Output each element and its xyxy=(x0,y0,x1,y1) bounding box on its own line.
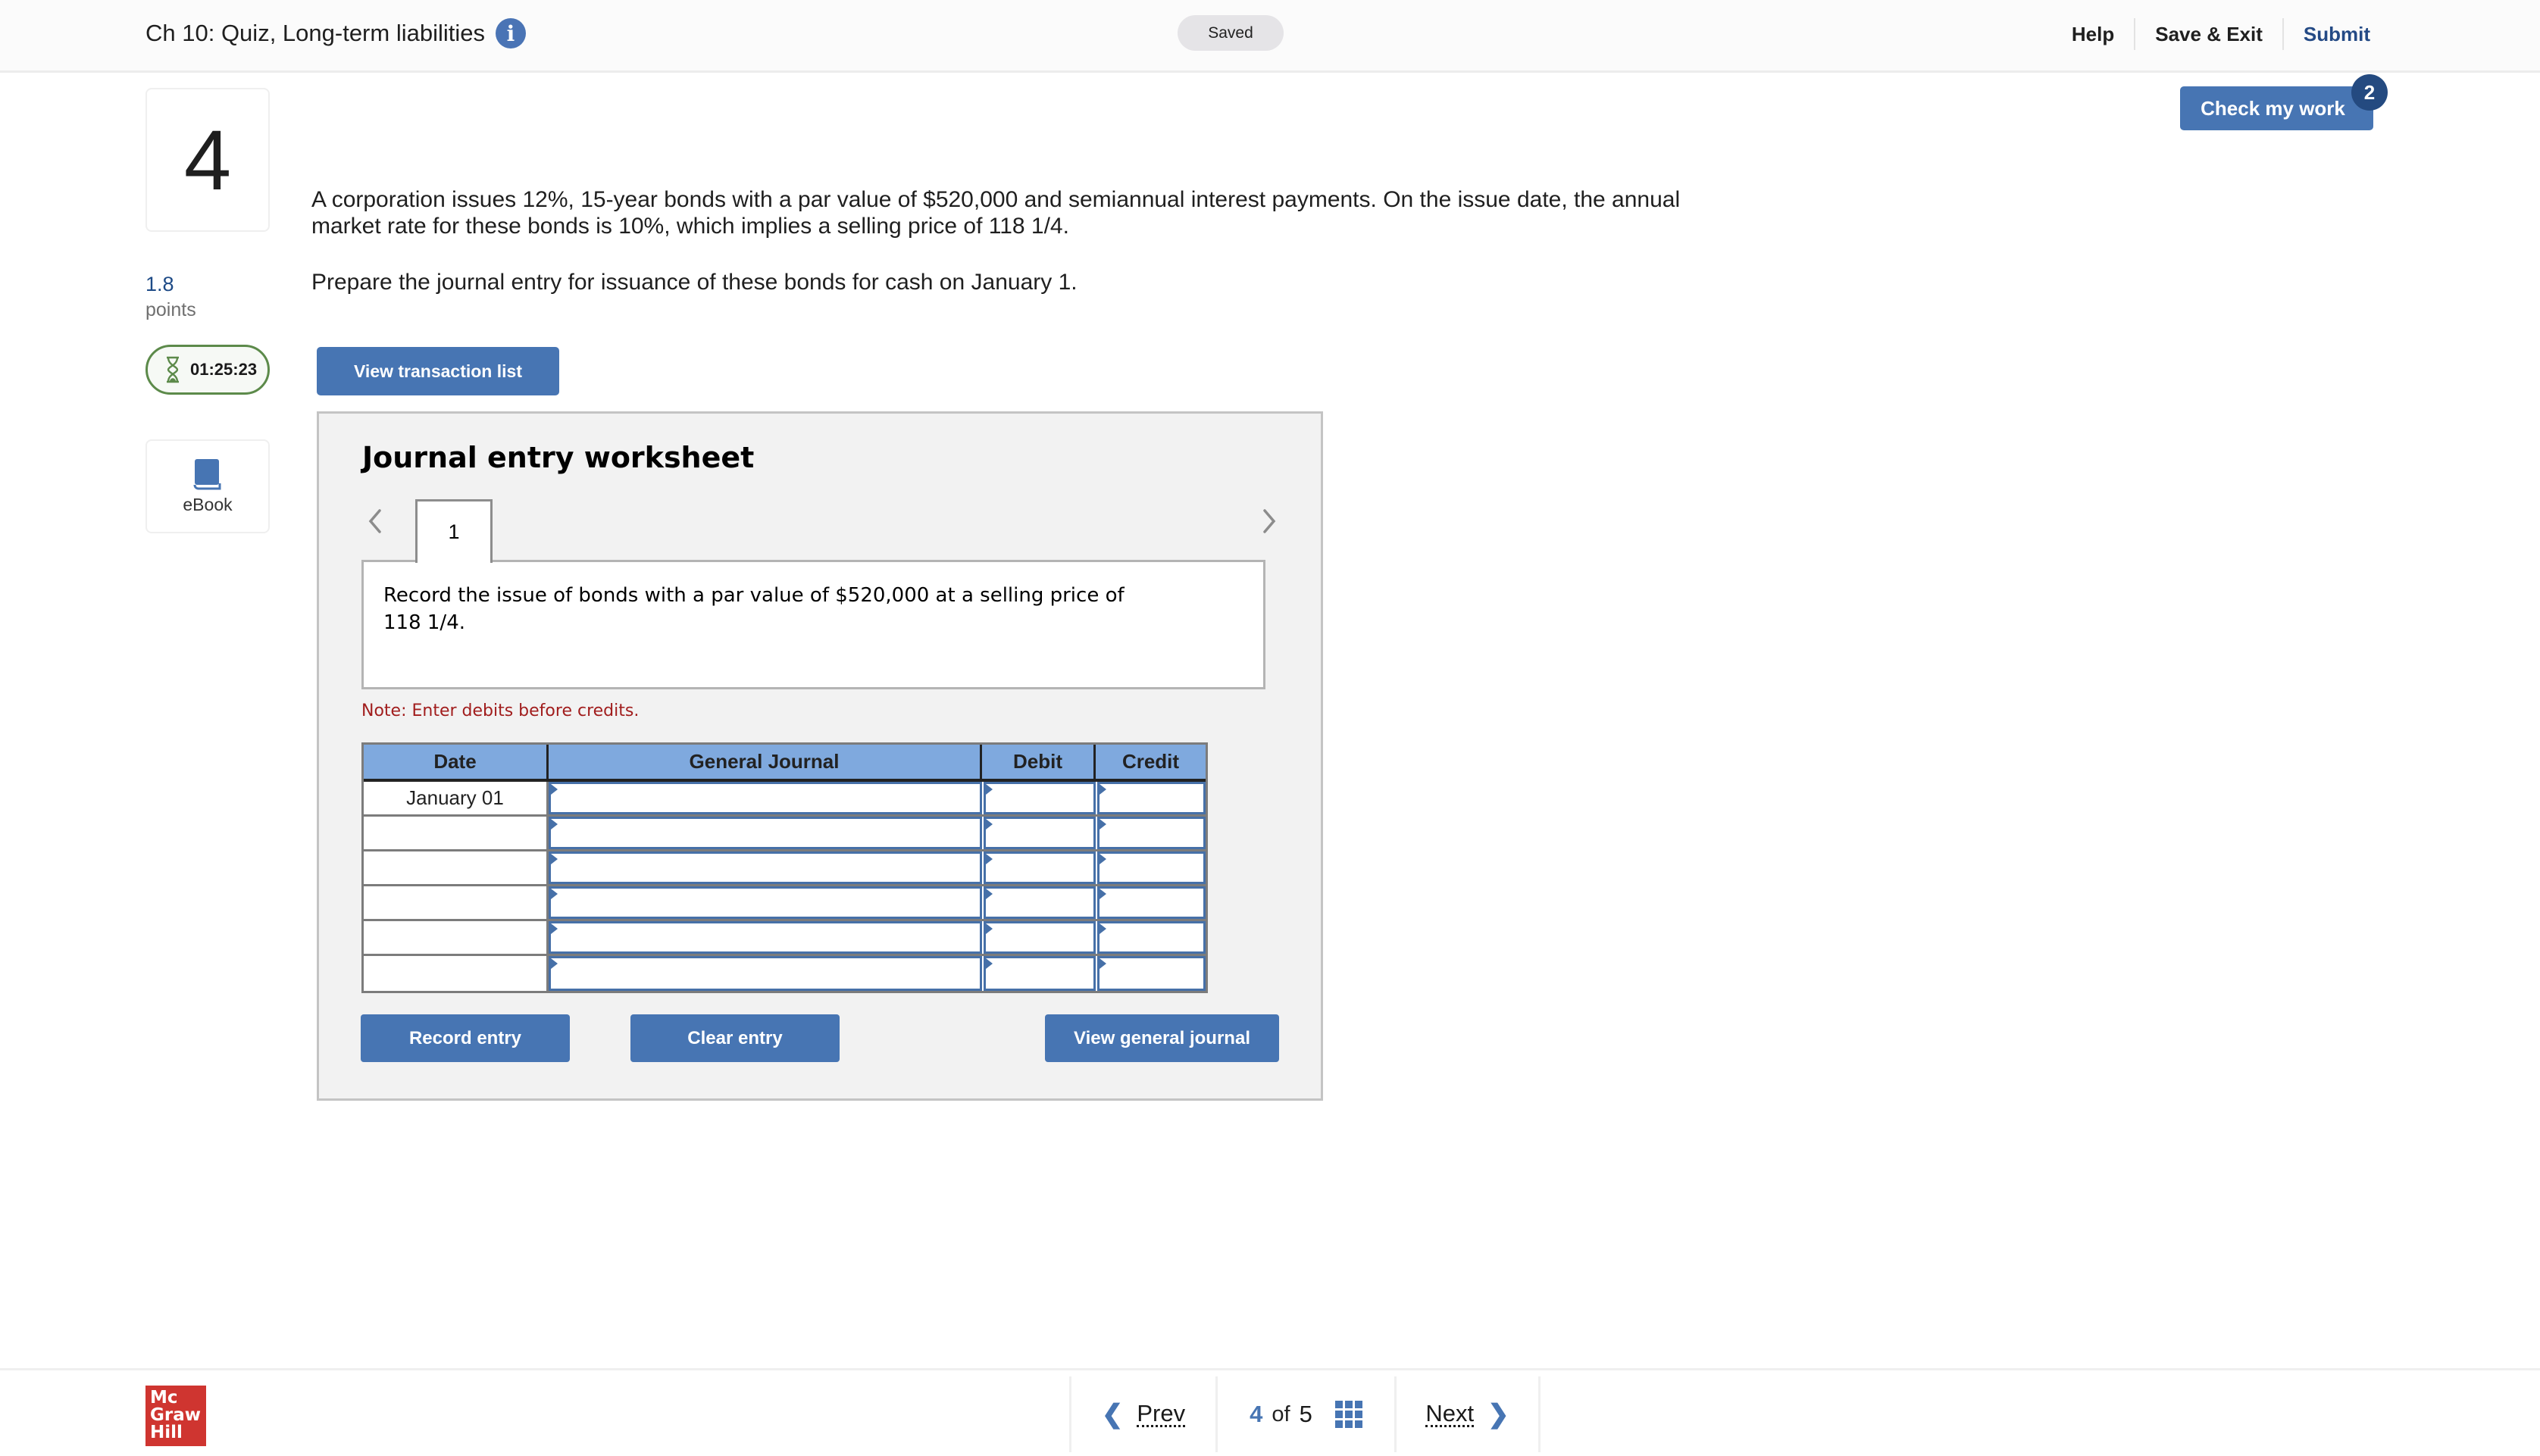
save-exit-link[interactable]: Save & Exit xyxy=(2135,18,2284,50)
debit-input[interactable] xyxy=(984,886,1096,919)
timer-text: 01:25:23 xyxy=(190,360,258,379)
top-links: Help Save & Exit Submit xyxy=(2052,18,2370,50)
table-row xyxy=(364,886,1206,921)
points-value: 1.8 xyxy=(145,273,174,295)
grid-icon[interactable] xyxy=(1334,1401,1362,1428)
question-pager: ❮ Prev 4 of 5 Next ❯ xyxy=(1069,1376,1541,1452)
clear-entry-button[interactable]: Clear entry xyxy=(630,1014,840,1062)
check-my-work-button[interactable]: Check my work xyxy=(2180,86,2373,130)
date-cell xyxy=(364,886,549,919)
question-text: A corporation issues 12%, 15-year bonds … xyxy=(311,187,1681,239)
chevron-left-icon[interactable] xyxy=(366,506,384,536)
account-input[interactable] xyxy=(549,782,982,814)
credit-input[interactable] xyxy=(1097,956,1206,991)
chevron-left-icon: ❮ xyxy=(1101,1400,1124,1429)
column-header-general-journal: General Journal xyxy=(549,745,982,779)
prev-button[interactable]: ❮ Prev xyxy=(1069,1376,1215,1452)
credit-input[interactable] xyxy=(1097,817,1206,849)
debit-input[interactable] xyxy=(984,921,1096,954)
transaction-description-text: Record the issue of bonds with a par val… xyxy=(383,584,1125,634)
credit-input[interactable] xyxy=(1097,851,1206,884)
page-indicator: 4 of 5 xyxy=(1215,1376,1394,1452)
date-cell xyxy=(364,817,549,849)
account-input[interactable] xyxy=(549,956,982,991)
account-input[interactable] xyxy=(549,851,982,884)
column-header-credit: Credit xyxy=(1121,750,1180,773)
quiz-title: Ch 10: Quiz, Long-term liabilities i xyxy=(145,18,526,48)
date-cell xyxy=(364,956,549,991)
table-row xyxy=(364,851,1206,886)
chevron-right-icon[interactable] xyxy=(1260,506,1278,536)
debit-input[interactable] xyxy=(984,817,1096,849)
view-transaction-list-button[interactable]: View transaction list xyxy=(317,347,559,395)
debits-note: Note: Enter debits before credits. xyxy=(361,701,640,720)
journal-table-header: Date General Journal Debit Credit xyxy=(364,745,1206,782)
current-page: 4 xyxy=(1250,1401,1263,1427)
ebook-button[interactable]: eBook xyxy=(145,439,270,533)
logo-line: Mc xyxy=(150,1388,178,1408)
transaction-description: Record the issue of bonds with a par val… xyxy=(361,560,1265,689)
question-instruction: Prepare the journal entry for issuance o… xyxy=(311,270,1078,295)
question-number: 4 xyxy=(145,88,270,232)
timer-badge: 01:25:23 xyxy=(145,345,270,395)
save-status-badge: Saved xyxy=(1178,15,1284,51)
credit-input[interactable] xyxy=(1097,886,1206,919)
table-row xyxy=(364,817,1206,851)
journal-entry-worksheet: Journal entry worksheet 1 Record the iss… xyxy=(317,411,1323,1101)
logo-line: Hill xyxy=(150,1423,183,1442)
debit-input[interactable] xyxy=(984,782,1096,814)
help-link[interactable]: Help xyxy=(2052,18,2136,50)
credit-input[interactable] xyxy=(1097,782,1206,814)
credit-input[interactable] xyxy=(1097,921,1206,954)
debit-input[interactable] xyxy=(984,851,1096,884)
chevron-right-icon: ❯ xyxy=(1487,1400,1509,1429)
date-cell: January 01 xyxy=(364,782,549,814)
quiz-title-text: Ch 10: Quiz, Long-term liabilities xyxy=(145,20,485,46)
top-bar: Ch 10: Quiz, Long-term liabilities i Sav… xyxy=(0,0,2540,73)
record-entry-button[interactable]: Record entry xyxy=(361,1014,570,1062)
column-header-date: Date xyxy=(364,745,549,779)
footer: Mc Graw Hill ❮ Prev 4 of 5 Next ❯ xyxy=(0,1368,2540,1456)
hourglass-icon xyxy=(167,356,179,383)
table-row: January 01 xyxy=(364,782,1206,817)
submit-link[interactable]: Submit xyxy=(2284,18,2370,50)
view-general-journal-button[interactable]: View general journal xyxy=(1045,1014,1279,1062)
info-icon[interactable]: i xyxy=(495,18,526,48)
worksheet-tab-1[interactable]: 1 xyxy=(415,499,493,563)
points-label: points xyxy=(145,299,196,320)
ebook-label: eBook xyxy=(183,494,233,514)
account-input[interactable] xyxy=(549,921,982,954)
next-button[interactable]: Next ❯ xyxy=(1394,1376,1541,1452)
journal-table: Date General Journal Debit Credit Januar… xyxy=(361,742,1208,993)
prev-label: Prev xyxy=(1137,1399,1186,1427)
total-pages: 5 xyxy=(1299,1401,1312,1427)
debit-input[interactable] xyxy=(984,956,1096,991)
logo-line: Graw xyxy=(150,1405,201,1425)
account-input[interactable] xyxy=(549,817,982,849)
check-attempts-badge: 2 xyxy=(2351,74,2388,111)
table-row xyxy=(364,921,1206,956)
of-label: of xyxy=(1272,1401,1290,1426)
worksheet-title: Journal entry worksheet xyxy=(362,441,755,474)
next-label: Next xyxy=(1425,1399,1475,1427)
account-input[interactable] xyxy=(549,886,982,919)
date-cell xyxy=(364,851,549,884)
mcgraw-hill-logo: Mc Graw Hill xyxy=(145,1386,206,1446)
date-cell xyxy=(364,921,549,954)
table-row xyxy=(364,956,1206,991)
book-icon xyxy=(193,458,221,489)
column-header-debit: Debit xyxy=(982,745,1096,779)
